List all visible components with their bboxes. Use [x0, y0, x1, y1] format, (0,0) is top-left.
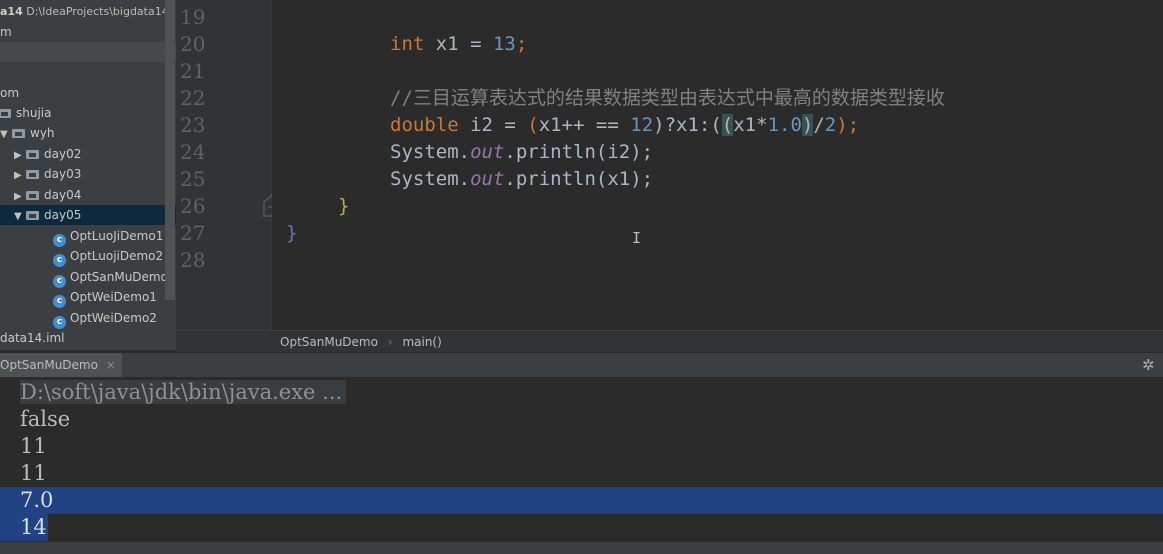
tree-item-class[interactable]: c OptWeiDemo2 — [0, 308, 176, 329]
collapsed-arrow-icon[interactable]: ▶ — [14, 146, 26, 166]
line-number: 23 — [180, 113, 206, 137]
tree-item-day03[interactable]: ▶ day03 — [0, 164, 176, 184]
line-number: 25 — [180, 167, 206, 191]
editor-gutter: 19 20 21 22 23 24 25 26 27 28 — [176, 0, 283, 330]
tree-item-shujia[interactable]: shujia — [0, 103, 176, 123]
folder-icon — [26, 150, 39, 159]
code-line-23: double i2 = (x1++ == 12)?x1:((x1*1.0)/2)… — [390, 114, 860, 136]
line-number: 28 — [180, 248, 206, 272]
tree-item-class[interactable]: c OptLuojiDemo2 — [0, 246, 176, 267]
line-number: 26 — [180, 194, 206, 218]
project-name: a14 — [0, 5, 23, 18]
project-scrollbar[interactable] — [165, 0, 175, 300]
tree-item-com[interactable]: om — [0, 83, 176, 103]
tree-item-day04[interactable]: ▶ day04 — [0, 185, 176, 205]
code-line-24: System.out.println(i2); — [390, 141, 654, 163]
close-icon[interactable]: × — [106, 358, 116, 372]
console-command-line: D:\soft\java\jdk\bin\java.exe ... — [0, 379, 1163, 406]
tree-item-class[interactable]: c OptWeiDemo1 — [0, 287, 176, 308]
line-number: 21 — [180, 59, 206, 83]
tree-selection-band — [0, 42, 176, 62]
tree-item-day05[interactable]: ▼ day05 — [0, 205, 176, 225]
line-number: 20 — [180, 32, 206, 56]
breadcrumb-class[interactable]: OptSanMuDemo — [280, 335, 378, 349]
status-bar — [0, 542, 1163, 554]
folder-icon — [12, 129, 25, 138]
run-tab[interactable]: OptSanMuDemo × — [0, 353, 122, 377]
breadcrumb-method[interactable]: main() — [402, 335, 441, 349]
collapsed-arrow-icon[interactable]: ▶ — [14, 166, 26, 186]
settings-icon[interactable]: ✲ — [1142, 353, 1155, 377]
java-class-icon: c — [53, 295, 66, 308]
tree-item-m[interactable]: m — [0, 22, 176, 42]
breadcrumb-separator: › — [387, 335, 393, 349]
line-number: 27 — [180, 221, 206, 245]
expanded-arrow-icon[interactable]: ▼ — [0, 125, 12, 145]
tree-item-day02[interactable]: ▶ day02 — [0, 144, 176, 164]
folder-icon — [26, 191, 39, 200]
console-output-line-selected: 14 — [0, 514, 48, 541]
folder-icon — [26, 170, 39, 179]
line-number: 19 — [180, 5, 206, 29]
folder-icon — [0, 109, 11, 118]
line-number: 24 — [180, 140, 206, 164]
project-header: a14 D:\IdeaProjects\bigdata14 — [0, 0, 176, 24]
console-output-line-selected: 7.0 — [0, 487, 1163, 514]
text-cursor: I — [632, 229, 642, 247]
project-tool-window: a14 D:\IdeaProjects\bigdata14 m om shuji… — [0, 0, 176, 350]
console-output-line: false — [20, 407, 71, 431]
breadcrumb: OptSanMuDemo › main() — [176, 330, 1163, 353]
run-console[interactable]: D:\soft\java\jdk\bin\java.exe ... false … — [0, 377, 1163, 542]
java-class-icon: c — [53, 254, 66, 267]
tree-item-class[interactable]: c OptLuoJiDemo1 — [0, 226, 176, 247]
tree-item-iml[interactable]: data14.iml — [0, 328, 176, 348]
tree-item-wyh[interactable]: ▼ wyh — [0, 123, 176, 143]
run-tool-window-header: OptSanMuDemo × ✲ — [0, 352, 1163, 377]
code-line-25: System.out.println(x1); — [390, 168, 654, 190]
line-number: 22 — [180, 86, 206, 110]
project-path: D:\IdeaProjects\bigdata14 — [26, 5, 169, 18]
closing-brace-class: } — [286, 222, 298, 244]
expanded-arrow-icon[interactable]: ▼ — [14, 207, 26, 227]
code-line-20: int x1 = 13; — [390, 33, 528, 55]
closing-brace-method: } — [338, 195, 350, 217]
folder-icon — [26, 211, 39, 220]
run-tab-label: OptSanMuDemo — [0, 358, 98, 372]
console-output-line: 11 — [20, 461, 47, 485]
code-comment: //三目运算表达式的结果数据类型由表达式中最高的数据类型接收 — [390, 87, 945, 109]
collapsed-arrow-icon[interactable]: ▶ — [14, 187, 26, 207]
console-output-line: 11 — [20, 434, 47, 458]
code-editor[interactable]: int x1 = 13; //三目运算表达式的结果数据类型由表达式中最高的数据类… — [272, 0, 1163, 330]
tree-item-class[interactable]: c OptSanMuDemo — [0, 267, 176, 288]
